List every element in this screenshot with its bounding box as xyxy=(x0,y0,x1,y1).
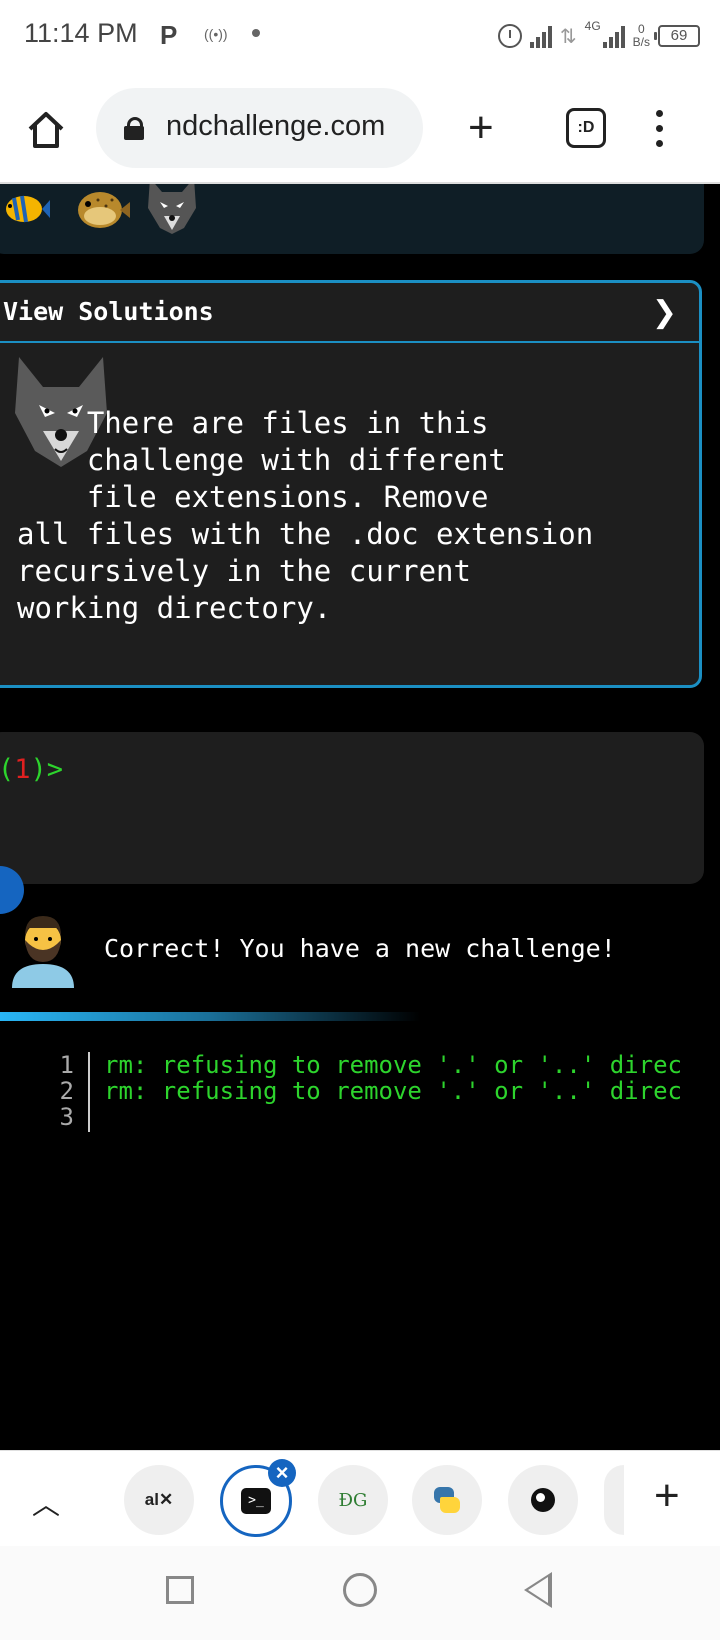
line-number: 3 xyxy=(59,1103,74,1131)
tropical-fish-icon xyxy=(6,195,50,223)
status-bar: 11:14 PM P ((•)) ⇅ 4G 0 B/s 69 xyxy=(0,0,720,72)
command-input-panel[interactable]: (1)> xyxy=(0,732,704,884)
globe-icon xyxy=(531,1488,555,1512)
back-button[interactable] xyxy=(524,1572,552,1608)
python-icon xyxy=(432,1485,462,1515)
tab-python[interactable] xyxy=(412,1465,482,1535)
page-content: View Solutions ❯ There are files in this… xyxy=(0,184,720,1450)
challenge-panel: View Solutions ❯ There are files in this… xyxy=(0,280,702,688)
hotspot-icon: ((•)) xyxy=(204,26,228,42)
lock-icon xyxy=(124,117,144,140)
view-solutions-title: View Solutions xyxy=(3,297,214,326)
chevron-up-icon[interactable]: ︿ xyxy=(32,1483,60,1523)
add-tab-button[interactable]: + xyxy=(654,1471,680,1521)
browser-toolbar: ndchallenge.com + :D xyxy=(0,72,720,184)
output-text: rm: refusing to remove '.' or '..' direc xyxy=(104,1077,682,1105)
output-text: rm: refusing to remove '.' or '..' direc xyxy=(104,1051,682,1079)
progress-fill xyxy=(0,1012,244,1021)
gfg-icon: ÐG xyxy=(338,1489,368,1511)
tab-alx[interactable]: al✕ xyxy=(124,1465,194,1535)
result-message-row: Correct! You have a new challenge! xyxy=(0,904,720,1004)
man-bearded-avatar-icon xyxy=(12,916,74,988)
line-number: 2 xyxy=(59,1077,74,1105)
close-tab-icon[interactable]: × xyxy=(268,1459,296,1487)
challenge-description: There are files in this challenge with d… xyxy=(17,405,677,627)
more-menu-icon[interactable] xyxy=(656,110,664,150)
network-type: 4G xyxy=(584,19,601,33)
recents-button[interactable] xyxy=(166,1576,194,1604)
terminal-icon: >_ xyxy=(241,1488,271,1514)
challenge-progress-bar xyxy=(0,1012,420,1021)
blowfish-icon xyxy=(78,192,130,228)
status-time: 11:14 PM xyxy=(24,18,138,48)
tab-partial[interactable] xyxy=(604,1465,624,1535)
terminal-output: 1 rm: refusing to remove '.' or '..' dir… xyxy=(0,1052,720,1130)
status-icons: ⇅ 4G 0 B/s 69 xyxy=(497,18,700,54)
view-solutions-header[interactable]: View Solutions ❯ xyxy=(0,283,699,343)
system-nav-bar xyxy=(0,1546,720,1640)
signal-icon-2 xyxy=(602,24,625,48)
line-number: 1 xyxy=(59,1051,74,1079)
tab-gfg[interactable]: ÐG xyxy=(318,1465,388,1535)
challenge-line: There are files in this xyxy=(17,406,489,440)
avatar-panel xyxy=(0,184,704,254)
battery-icon: 69 xyxy=(654,25,700,47)
challenge-line: working directory. xyxy=(17,591,332,625)
address-bar[interactable]: ndchallenge.com xyxy=(96,88,423,168)
new-tab-button[interactable]: + xyxy=(468,106,494,150)
url-text: ndchallenge.com xyxy=(166,110,386,142)
tab-globe[interactable] xyxy=(508,1465,578,1535)
chevron-right-icon: ❯ xyxy=(651,295,677,330)
data-transfer-icon: ⇅ xyxy=(559,25,577,48)
tab-strip: ︿ al✕ >_ × ÐG + xyxy=(0,1450,720,1546)
challenge-line: recursively in the current xyxy=(17,554,471,588)
notification-dot-icon xyxy=(252,29,260,37)
home-button[interactable] xyxy=(343,1573,377,1607)
challenge-line: challenge with different xyxy=(17,443,506,477)
challenge-line: file extensions. Remove xyxy=(17,480,489,514)
shell-prompt: (1)> xyxy=(0,754,64,785)
alx-icon: al✕ xyxy=(144,1490,174,1509)
tab-switcher-button[interactable]: :D xyxy=(566,108,606,148)
home-icon[interactable] xyxy=(24,108,68,152)
alarm-icon xyxy=(497,24,522,48)
output-line: 3 xyxy=(0,1104,720,1130)
output-line: 1 rm: refusing to remove '.' or '..' dir… xyxy=(0,1052,720,1078)
success-message: Correct! You have a new challenge! xyxy=(104,934,616,963)
network-speed: 0 B/s xyxy=(632,22,650,49)
output-line: 2 rm: refusing to remove '.' or '..' dir… xyxy=(0,1078,720,1104)
parking-app-icon: P xyxy=(160,20,178,50)
wolf-avatar-icon xyxy=(148,184,196,234)
challenge-line: all files with the .doc extension xyxy=(17,517,594,551)
signal-icon xyxy=(529,24,552,48)
